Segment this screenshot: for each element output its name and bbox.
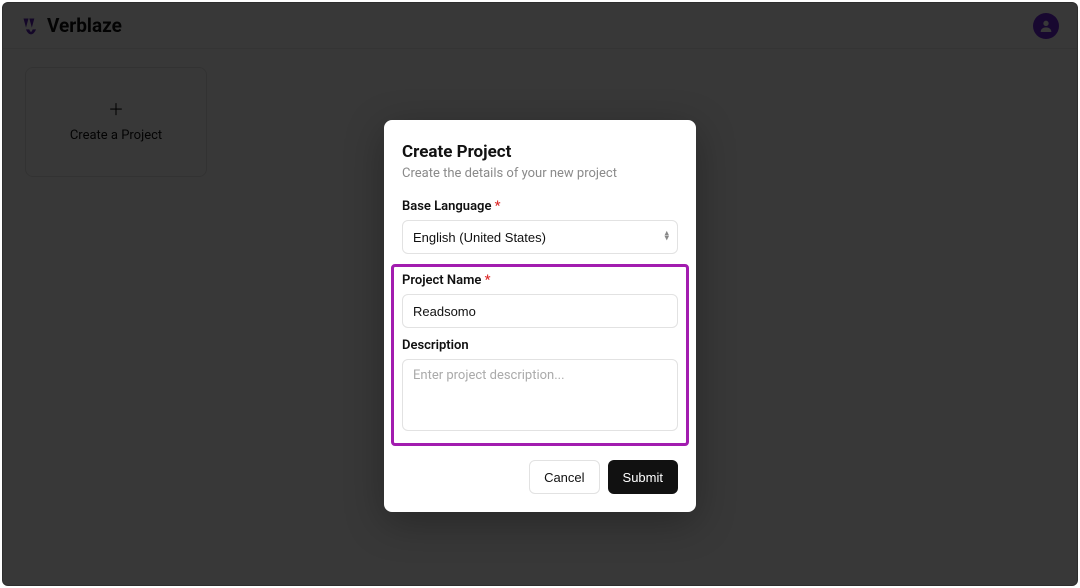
submit-button[interactable]: Submit: [608, 460, 678, 494]
modal-actions: Cancel Submit: [402, 460, 678, 494]
description-label: Description: [402, 338, 678, 353]
create-project-modal: Create Project Create the details of you…: [384, 120, 696, 512]
project-name-input[interactable]: [402, 294, 678, 328]
base-language-select[interactable]: [402, 220, 678, 254]
description-textarea[interactable]: [402, 359, 678, 431]
cancel-button[interactable]: Cancel: [529, 460, 599, 494]
modal-subtitle: Create the details of your new project: [402, 166, 678, 181]
project-name-label: Project Name *: [402, 273, 678, 288]
base-language-label: Base Language *: [402, 199, 678, 214]
modal-title: Create Project: [402, 142, 678, 162]
base-language-select-wrap: ▴▾: [402, 220, 678, 254]
highlighted-section: Project Name * Description: [391, 264, 689, 446]
